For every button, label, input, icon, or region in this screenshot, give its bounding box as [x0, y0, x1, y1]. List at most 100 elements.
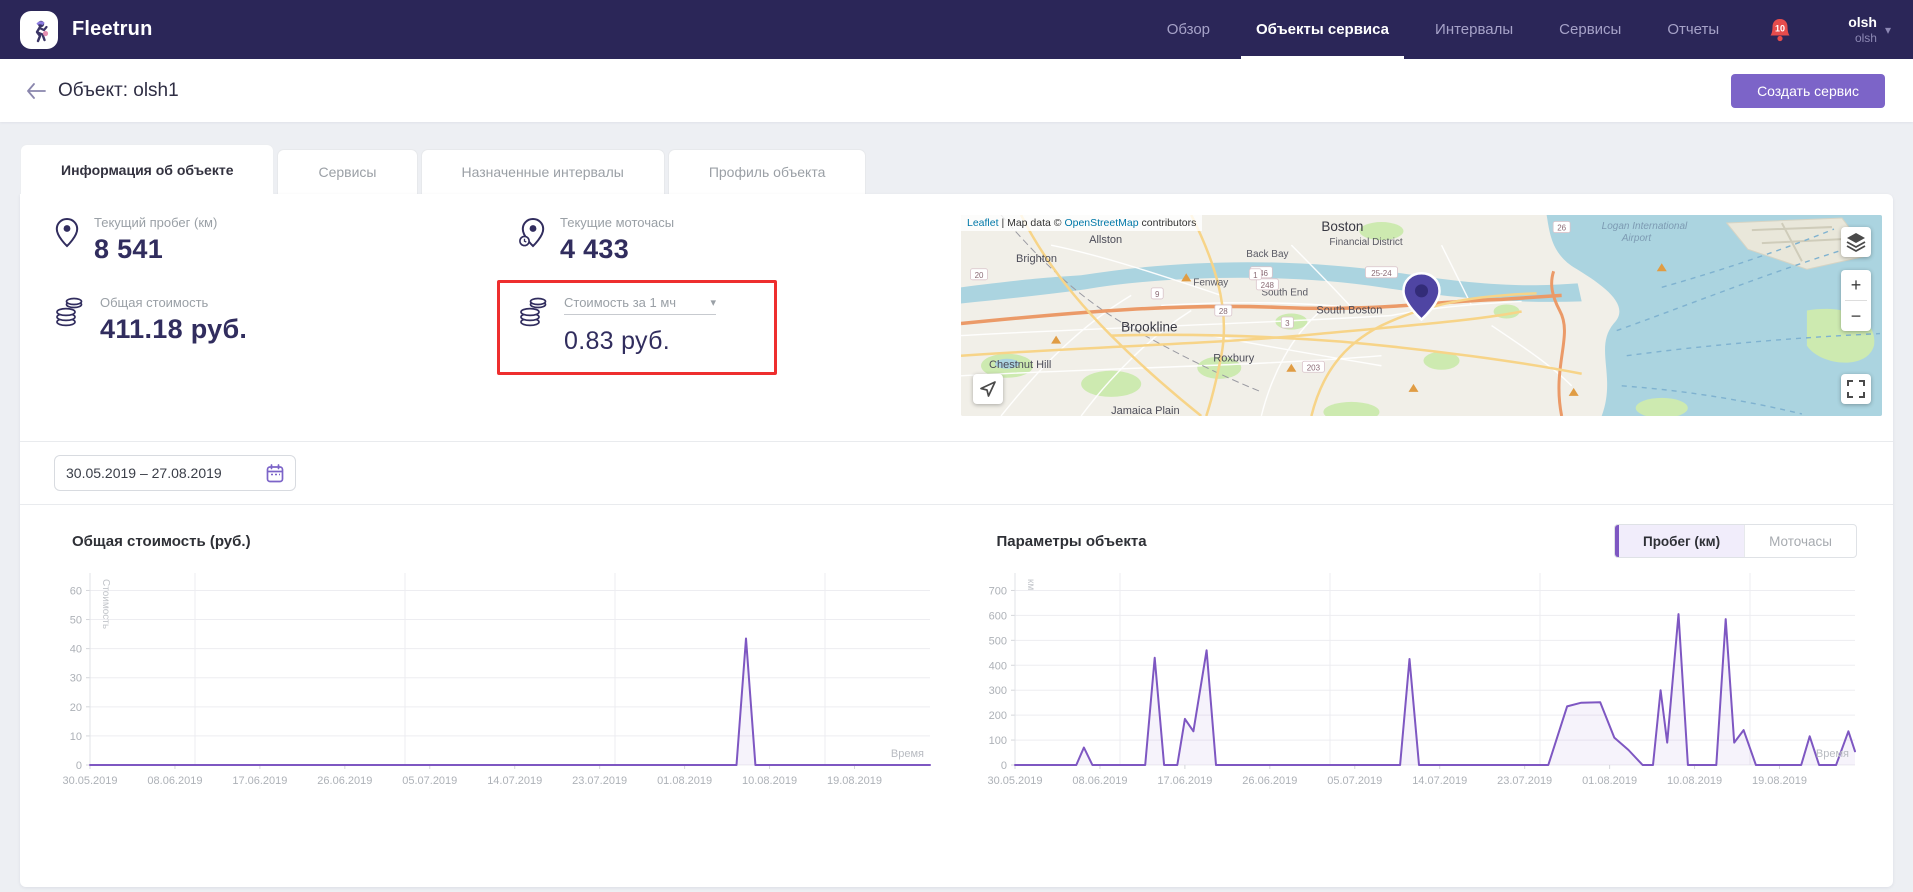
svg-text:26.06.2019: 26.06.2019 — [1242, 775, 1297, 787]
params-toggle: Пробег (км) Моточасы — [1614, 524, 1857, 558]
brand-name: Fleetrun — [72, 18, 153, 41]
locate-arrow-icon — [979, 380, 997, 398]
stat-label: Текущий пробег (км) — [94, 215, 217, 230]
svg-text:700: 700 — [988, 585, 1006, 597]
svg-text:10: 10 — [70, 731, 82, 743]
svg-text:9: 9 — [1155, 290, 1160, 299]
map-fullscreen-button[interactable] — [1841, 374, 1871, 404]
map-route-badge: 203 — [1302, 361, 1324, 372]
svg-text:3: 3 — [1285, 319, 1290, 328]
map-place-label: Fenway — [1193, 277, 1228, 288]
svg-text:40: 40 — [70, 644, 82, 656]
svg-text:0: 0 — [1000, 760, 1006, 772]
stat-current-mileage: Текущий пробег (км) 8 541 — [54, 215, 518, 265]
svg-text:01.08.2019: 01.08.2019 — [657, 775, 712, 787]
object-info-card: Текущий пробег (км) 8 541 Текущие моточа… — [20, 194, 1893, 887]
stat-value: 0.83 руб. — [564, 327, 716, 356]
fleetrun-logo-icon[interactable] — [20, 11, 58, 49]
map-place-label: South Boston — [1316, 304, 1382, 316]
coins-icon — [54, 297, 86, 327]
toggle-engine-hours[interactable]: Моточасы — [1744, 525, 1856, 557]
user-menu[interactable]: olsh olsh ▾ — [1818, 0, 1891, 59]
svg-text:248: 248 — [1261, 281, 1275, 290]
user-name: olsh — [1848, 14, 1877, 31]
map-route-badge: 25-24 — [1365, 267, 1397, 278]
fullscreen-icon — [1847, 380, 1865, 398]
svg-text:50: 50 — [70, 615, 82, 627]
leaflet-map[interactable]: BostonFinancial DistrictLogan Internatio… — [961, 215, 1882, 416]
chevron-down-icon: ▾ — [710, 296, 716, 309]
nav-item-overview[interactable]: Обзор — [1144, 0, 1233, 59]
calendar-icon — [266, 464, 284, 483]
params-chart-title: Параметры объекта — [997, 533, 1147, 550]
svg-text:17.06.2019: 17.06.2019 — [1157, 775, 1212, 787]
create-service-button[interactable]: Создать сервис — [1731, 74, 1885, 108]
svg-text:28: 28 — [1219, 307, 1228, 316]
map-place-label: Airport — [1621, 233, 1653, 244]
highlighted-cost-per-unit: Стоимость за 1 мч ▾ 0.83 руб. — [497, 280, 777, 375]
svg-text:1: 1 — [1253, 271, 1258, 280]
user-account: olsh — [1848, 31, 1877, 45]
runner-icon — [26, 17, 52, 43]
map-place-label: Boston — [1321, 219, 1363, 234]
zoom-out-button[interactable]: − — [1841, 301, 1871, 331]
location-pin-clock-icon — [518, 217, 546, 249]
date-range-value: 30.05.2019 – 27.08.2019 — [66, 465, 222, 481]
map-route-badge: 1 — [1249, 269, 1261, 280]
svg-text:30.05.2019: 30.05.2019 — [62, 775, 117, 787]
stat-engine-hours: Текущие моточасы 4 433 — [518, 215, 961, 265]
tab-assigned-intervals[interactable]: Назначенные интервалы — [421, 149, 665, 194]
cost-unit-selector[interactable]: Стоимость за 1 мч ▾ — [564, 295, 716, 315]
tab-object-info[interactable]: Информация об объекте — [20, 144, 274, 194]
svg-text:60: 60 — [70, 585, 82, 597]
map-locate-button[interactable] — [973, 374, 1003, 404]
svg-text:300: 300 — [988, 685, 1006, 697]
map-canvas: BostonFinancial DistrictLogan Internatio… — [961, 215, 1882, 416]
svg-text:05.07.2019: 05.07.2019 — [402, 775, 457, 787]
tab-services[interactable]: Сервисы — [277, 149, 417, 194]
leaflet-link[interactable]: Leaflet — [967, 217, 999, 229]
date-range-picker[interactable]: 30.05.2019 – 27.08.2019 — [54, 455, 296, 491]
notifications-bell-icon[interactable]: 10 — [1742, 0, 1818, 59]
object-tabs: Информация об объекте Сервисы Назначенны… — [20, 144, 1893, 194]
object-stats: Текущий пробег (км) 8 541 Текущие моточа… — [54, 215, 961, 416]
nav-item-service-objects[interactable]: Объекты сервиса — [1233, 0, 1412, 59]
cost-chart-title: Общая стоимость (руб.) — [72, 533, 251, 550]
nav-item-services[interactable]: Сервисы — [1536, 0, 1644, 59]
map-place-label: Logan International — [1602, 221, 1688, 232]
map-place-label: Jamaica Plain — [1111, 405, 1179, 416]
zoom-in-button[interactable]: + — [1841, 270, 1871, 300]
back-button[interactable] — [22, 77, 50, 105]
svg-text:10.08.2019: 10.08.2019 — [742, 775, 797, 787]
svg-text:Время: Время — [891, 748, 924, 760]
location-pin-icon — [54, 217, 80, 249]
total-cost-chart-block: Общая стоимость (руб.) 010203040506030.0… — [44, 523, 945, 797]
svg-text:400: 400 — [988, 660, 1006, 672]
nav-item-reports[interactable]: Отчеты — [1644, 0, 1742, 59]
object-params-chart-block: Параметры объекта Пробег (км) Моточасы 0… — [969, 523, 1870, 797]
svg-text:30.05.2019: 30.05.2019 — [987, 775, 1042, 787]
map-route-badge: 3 — [1281, 317, 1293, 328]
tab-object-profile[interactable]: Профиль объекта — [668, 149, 867, 194]
stat-cost-per-unit: Стоимость за 1 мч ▾ 0.83 руб. — [518, 295, 754, 356]
map-place-label: Brookline — [1121, 320, 1177, 335]
map-route-badge: 26 — [1553, 222, 1570, 233]
stat-label: Общая стоимость — [100, 295, 247, 310]
map-layers-button[interactable] — [1841, 227, 1871, 257]
toggle-mileage[interactable]: Пробег (км) — [1619, 525, 1744, 557]
svg-text:0: 0 — [76, 760, 82, 772]
nav-item-intervals[interactable]: Интервалы — [1412, 0, 1536, 59]
coins-icon — [518, 297, 550, 327]
map-place-label: Chestnut Hill — [989, 359, 1051, 371]
notification-count-badge: 10 — [1775, 23, 1785, 33]
svg-text:20: 20 — [975, 271, 984, 280]
svg-text:01.08.2019: 01.08.2019 — [1582, 775, 1637, 787]
map-zoom-control: + − — [1841, 270, 1871, 331]
map-route-badge: 20 — [971, 269, 988, 280]
stat-value: 411.18 руб. — [100, 314, 247, 345]
svg-text:500: 500 — [988, 635, 1006, 647]
map-route-badge: 9 — [1151, 288, 1163, 299]
osm-link[interactable]: OpenStreetMap — [1064, 217, 1138, 229]
map-route-badge: 248 — [1256, 279, 1278, 290]
map-place-label: Brighton — [1016, 253, 1057, 265]
